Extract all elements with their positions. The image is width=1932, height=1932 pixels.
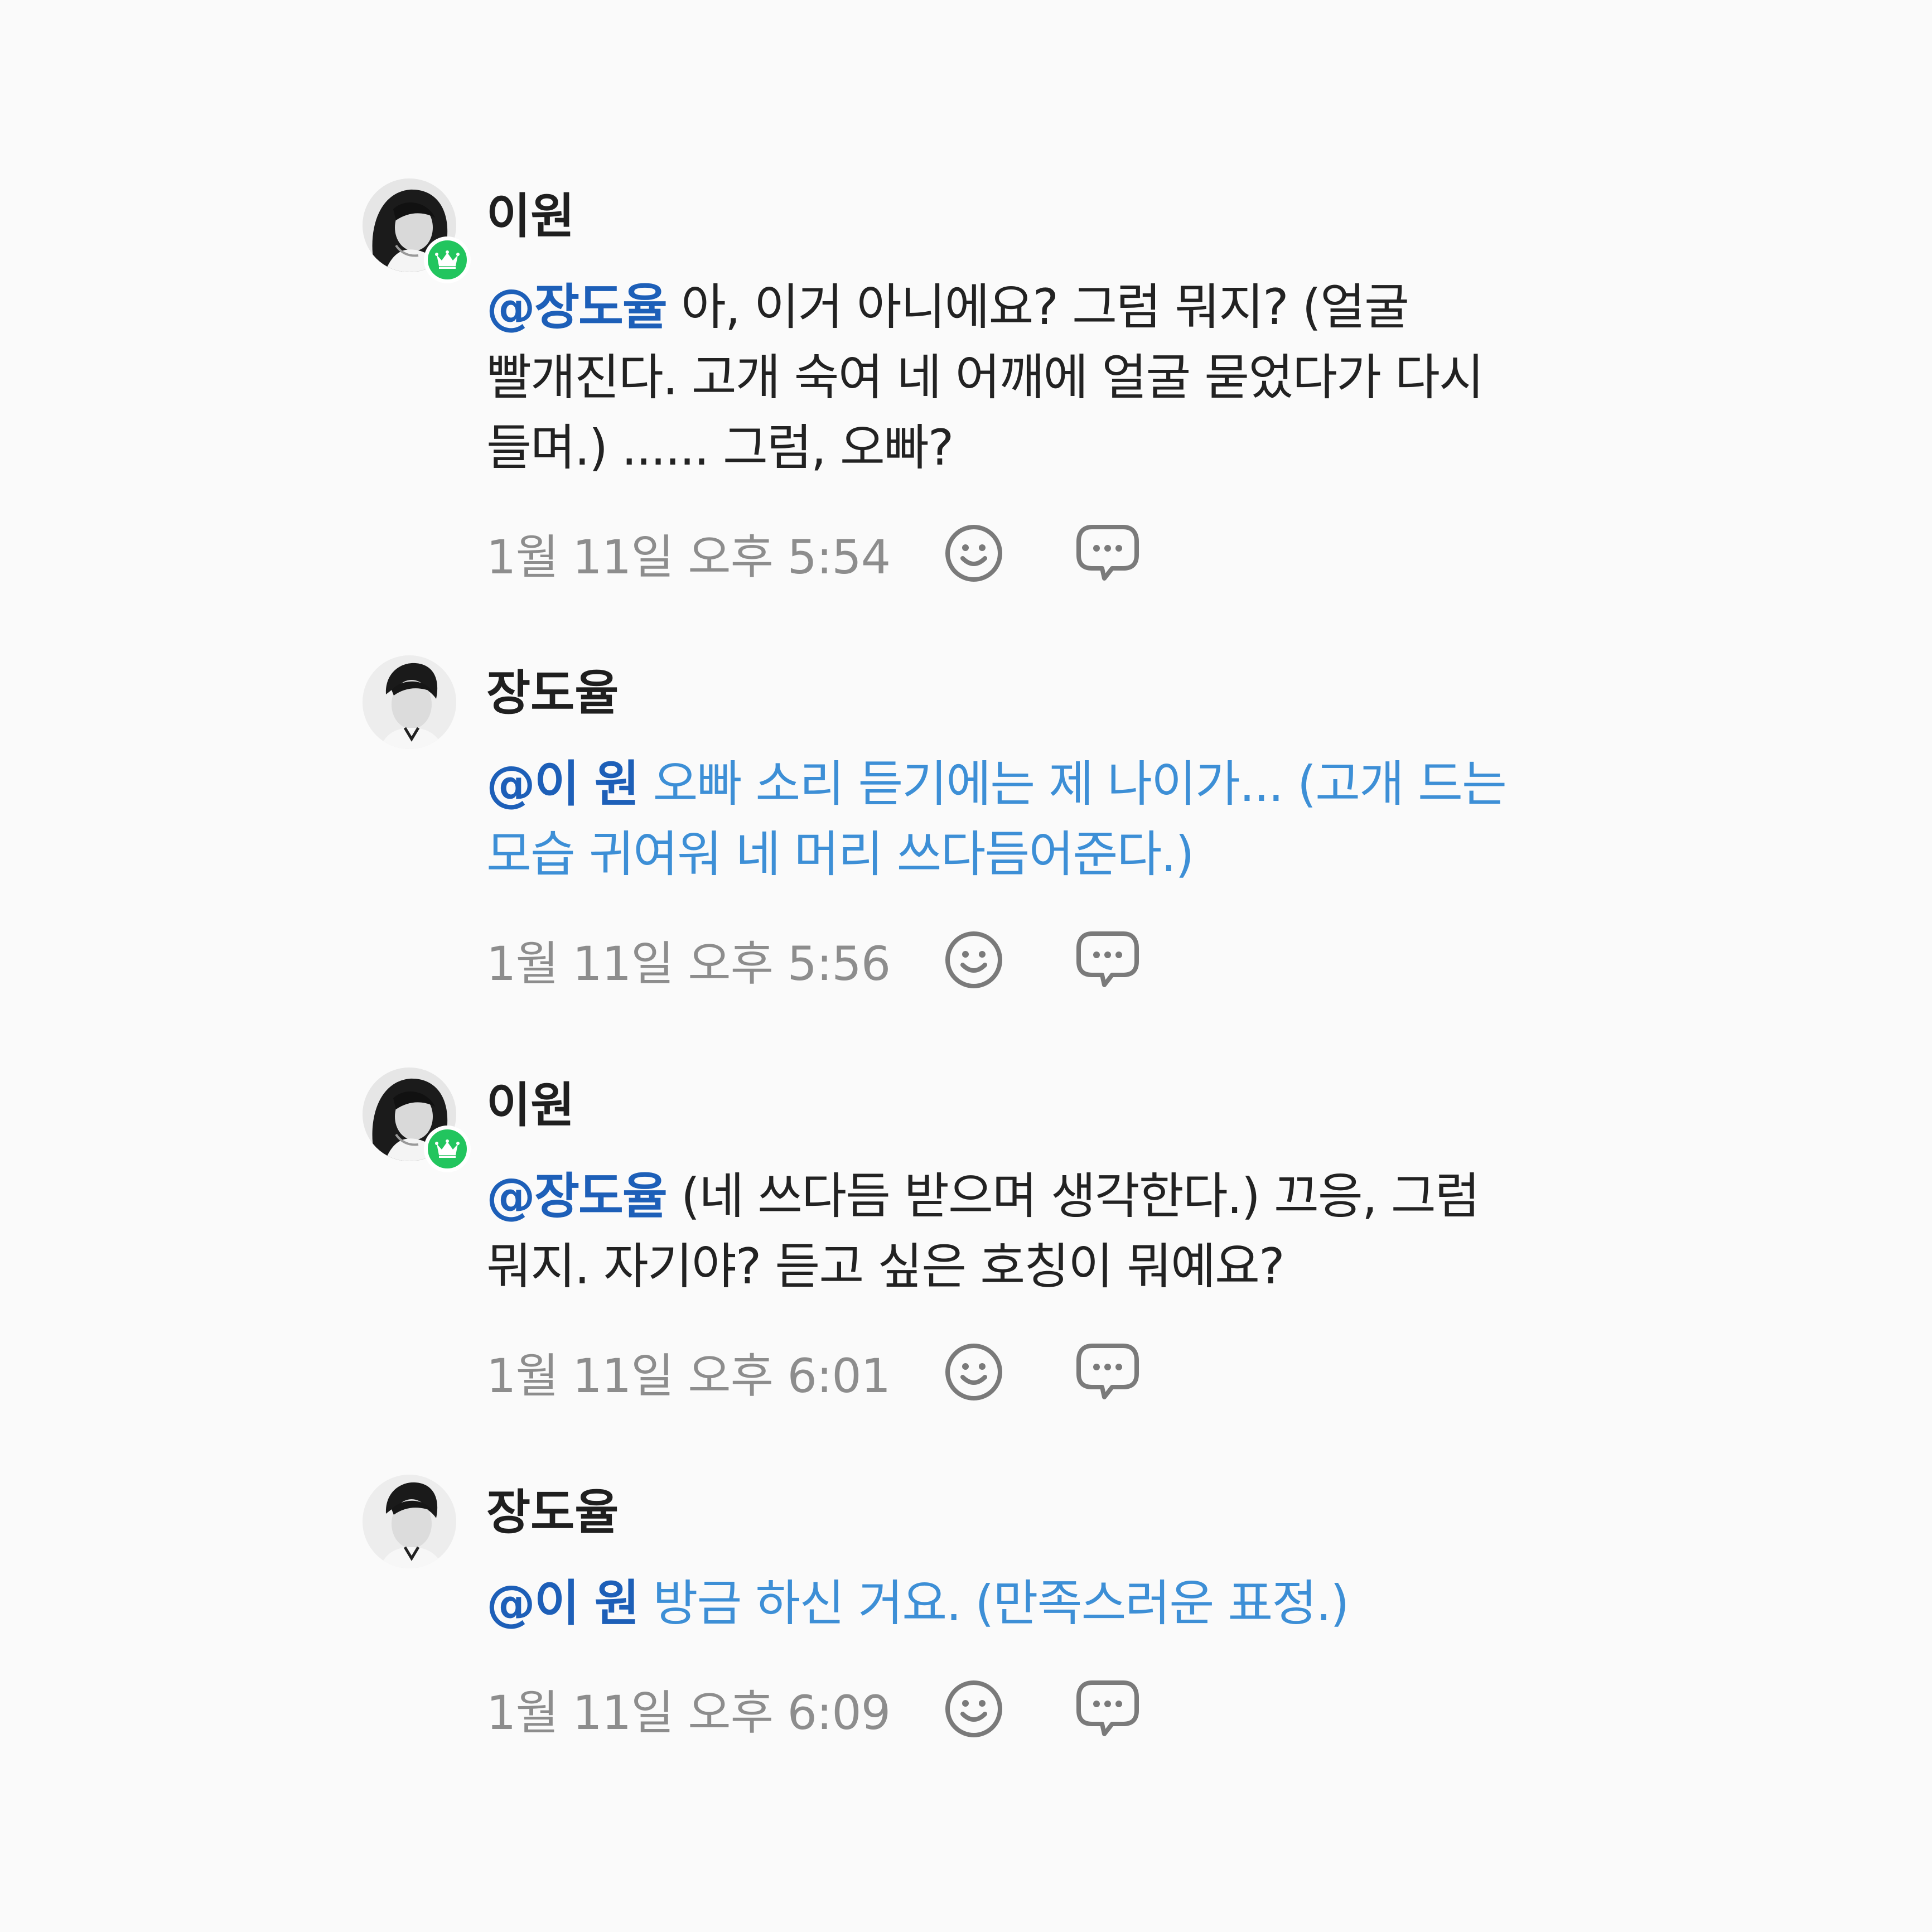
crown-badge	[424, 1126, 471, 1172]
comment-body: @이 원 방금 하신 거요. (만족스러운 표정.)	[486, 1568, 1591, 1639]
comment-content: 이원 @장도율 (네 쓰다듬 받으며 생각한다.) 끄응, 그럼 뭐지. 자기야…	[486, 1068, 1591, 1405]
crown-icon	[435, 1139, 460, 1158]
comment-thread: 이원 @장도율 아, 이거 아니에요? 그럼 뭐지? (얼굴 빨개진다. 고개 …	[0, 0, 1932, 1932]
comment-body: @장도율 아, 이거 아니에요? 그럼 뭐지? (얼굴 빨개진다. 고개 숙여 …	[486, 272, 1591, 483]
comment-content: 이원 @장도율 아, 이거 아니에요? 그럼 뭐지? (얼굴 빨개진다. 고개 …	[486, 178, 1591, 587]
crown-badge	[424, 236, 471, 283]
comment-content: 장도율 @이 원 오빠 소리 듣기에는 제 나이가... (고개 드는 모습 귀…	[486, 655, 1591, 993]
comment-meta: 1월 11일 오후 5:54	[486, 520, 1591, 587]
smiley-icon	[945, 525, 1003, 582]
author-name[interactable]: 장도율	[486, 1479, 1591, 1546]
reply-button[interactable]	[1074, 926, 1141, 993]
timestamp: 1월 11일 오후 5:56	[486, 936, 891, 991]
author-name[interactable]: 장도율	[486, 660, 1591, 727]
react-button[interactable]	[940, 1339, 1007, 1405]
comment-text: 방금 하신 거요. (만족스러운 표정.)	[638, 1574, 1350, 1632]
smiley-icon	[945, 1344, 1003, 1400]
react-button[interactable]	[940, 1675, 1007, 1742]
comment-text: 오빠 소리 듣기에는 제 나이가... (고개 드는 모습 귀여워 네 머리 쓰…	[486, 755, 1507, 883]
comment-content: 장도율 @이 원 방금 하신 거요. (만족스러운 표정.) 1월 11일 오후…	[486, 1475, 1591, 1742]
smiley-icon	[945, 1680, 1003, 1737]
react-button[interactable]	[940, 926, 1007, 993]
comment-meta: 1월 11일 오후 5:56	[486, 926, 1591, 993]
avatar[interactable]	[363, 1475, 456, 1568]
comment-meta: 1월 11일 오후 6:01	[486, 1339, 1591, 1405]
timestamp: 1월 11일 오후 5:54	[486, 529, 891, 585]
avatar[interactable]	[363, 655, 456, 749]
male-avatar-image	[363, 655, 456, 749]
mention-link[interactable]: @이 원	[486, 1574, 640, 1632]
timestamp: 1월 11일 오후 6:01	[486, 1348, 891, 1403]
timestamp: 1월 11일 오후 6:09	[486, 1685, 891, 1740]
comment-body: @이 원 오빠 소리 듣기에는 제 나이가... (고개 드는 모습 귀여워 네…	[486, 749, 1591, 890]
author-name[interactable]: 이원	[486, 1072, 1591, 1139]
mention-link[interactable]: @장도율	[486, 278, 668, 336]
crown-icon	[435, 250, 460, 269]
speech-bubble-icon	[1076, 1344, 1139, 1399]
smiley-icon	[945, 931, 1003, 988]
avatar[interactable]	[363, 1068, 471, 1172]
avatar[interactable]	[363, 178, 471, 283]
speech-bubble-icon	[1076, 1680, 1139, 1736]
reply-button[interactable]	[1074, 520, 1141, 587]
react-button[interactable]	[940, 520, 1007, 587]
mention-link[interactable]: @이 원	[486, 755, 640, 813]
speech-bubble-icon	[1076, 525, 1139, 581]
author-name[interactable]: 이원	[486, 183, 1591, 250]
reply-button[interactable]	[1074, 1339, 1141, 1405]
comment-body: @장도율 (네 쓰다듬 받으며 생각한다.) 끄응, 그럼 뭐지. 자기야? 듣…	[486, 1161, 1591, 1302]
male-avatar-image	[363, 1475, 456, 1568]
speech-bubble-icon	[1076, 931, 1139, 987]
reply-button[interactable]	[1074, 1675, 1141, 1742]
comment-meta: 1월 11일 오후 6:09	[486, 1675, 1591, 1742]
mention-link[interactable]: @장도율	[486, 1167, 668, 1225]
